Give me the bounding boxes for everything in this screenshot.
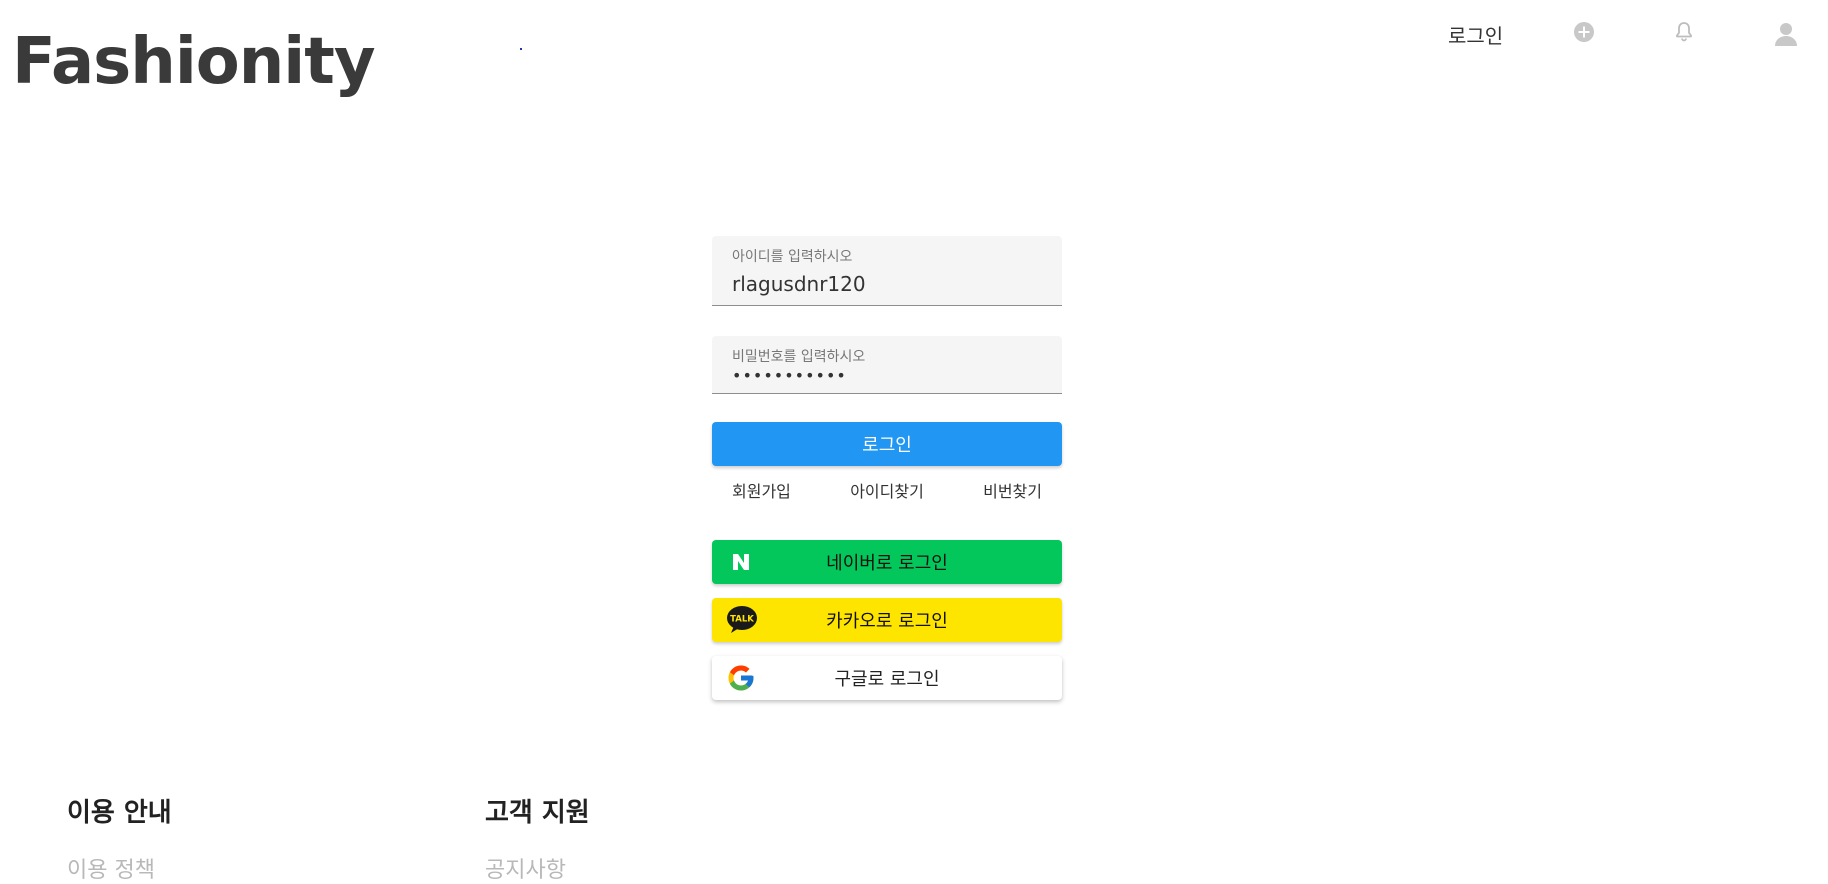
user-avatar-icon[interactable] <box>1772 20 1800 48</box>
find-password-link[interactable]: 비번찾기 <box>983 478 1042 502</box>
signup-link[interactable]: 회원가입 <box>732 478 791 502</box>
bell-icon[interactable] <box>1672 20 1696 44</box>
google-login-label: 구글로 로그인 <box>834 669 940 690</box>
id-field-label: 아이디를 입력하시오 <box>732 249 853 265</box>
google-login-button[interactable]: 구글로 로그인 <box>712 656 1062 700</box>
add-circle-icon[interactable] <box>1572 20 1596 44</box>
kakao-login-label: 카카오로 로그인 <box>826 611 948 632</box>
password-field[interactable]: 비밀번호를 입력하시오 ••••••••••• <box>712 336 1062 394</box>
find-id-link[interactable]: 아이디찾기 <box>850 478 924 502</box>
password-field-label: 비밀번호를 입력하시오 <box>732 349 866 365</box>
login-form: 아이디를 입력하시오 rlagusdnr120 비밀번호를 입력하시오 ••••… <box>712 236 1062 700</box>
kakao-talk-icon: TALK <box>726 605 757 635</box>
kakao-login-button[interactable]: TALK 카카오로 로그인 <box>712 598 1062 642</box>
naver-login-button[interactable]: 네이버로 로그인 <box>712 540 1062 584</box>
svg-text:TALK: TALK <box>730 615 754 625</box>
naver-login-label: 네이버로 로그인 <box>826 553 948 574</box>
footer-link-usage-policy[interactable]: 이용 정책 <box>67 852 155 884</box>
footer-heading-support: 고객 지원 <box>485 798 590 828</box>
id-field[interactable]: 아이디를 입력하시오 rlagusdnr120 <box>712 236 1062 306</box>
footer-heading-usage: 이용 안내 <box>67 798 172 828</box>
nav-login-link[interactable]: 로그인 <box>1448 20 1528 49</box>
password-field-value[interactable]: ••••••••••• <box>732 366 847 385</box>
site-logo[interactable]: Fashionity <box>12 30 376 94</box>
naver-icon <box>726 547 756 577</box>
google-icon <box>726 663 756 693</box>
stray-dot <box>520 48 522 50</box>
login-button[interactable]: 로그인 <box>712 422 1062 466</box>
id-field-value[interactable]: rlagusdnr120 <box>732 272 866 296</box>
footer-link-notices[interactable]: 공지사항 <box>485 852 566 884</box>
account-links: 회원가입 아이디찾기 비번찾기 <box>712 478 1062 502</box>
